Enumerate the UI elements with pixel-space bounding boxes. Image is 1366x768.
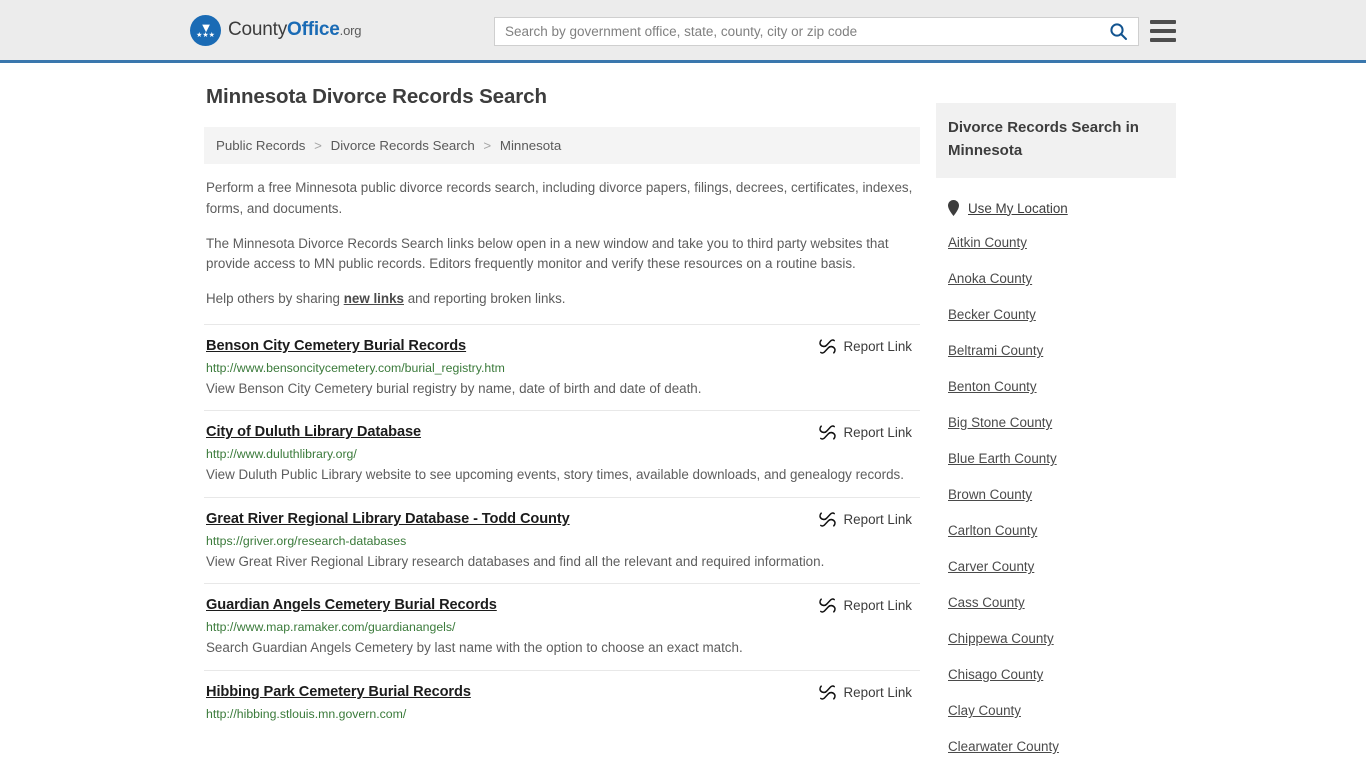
search-icon	[1109, 23, 1127, 40]
eagle-seal-icon: ▼ ★★★	[190, 14, 221, 46]
sidebar-heading: Divorce Records Search in Minnesota	[936, 103, 1176, 178]
breadcrumb: Public Records > Divorce Records Search …	[204, 127, 920, 164]
county-link[interactable]: Anoka County	[948, 271, 1176, 286]
result-item: Benson City Cemetery Burial Records Repor…	[204, 323, 920, 410]
search-button[interactable]	[1098, 18, 1138, 45]
hamburger-bar	[1150, 20, 1176, 24]
result-item: City of Duluth Library Database Report Li…	[204, 410, 920, 496]
broken-link-icon	[818, 425, 836, 440]
county-link[interactable]: Carlton County	[948, 523, 1176, 538]
report-link-button[interactable]: Report Link	[818, 424, 920, 441]
breadcrumb-separator: >	[483, 138, 492, 153]
report-link-button[interactable]: Report Link	[818, 684, 920, 701]
result-item: Guardian Angels Cemetery Burial Records R…	[204, 583, 920, 669]
county-link[interactable]: Chippewa County	[948, 631, 1176, 646]
county-link[interactable]: Beltrami County	[948, 343, 1176, 358]
search-input[interactable]	[495, 18, 1098, 45]
result-title-link[interactable]: Hibbing Park Cemetery Burial Records	[206, 684, 471, 700]
broken-link-icon	[818, 512, 836, 527]
search-bar[interactable]	[494, 17, 1139, 46]
county-link[interactable]: Becker County	[948, 307, 1176, 322]
county-link[interactable]: Chisago County	[948, 667, 1176, 682]
intro-paragraph-1: Perform a free Minnesota public divorce …	[206, 180, 913, 216]
page-title: Minnesota Divorce Records Search	[206, 85, 547, 108]
result-title-link[interactable]: City of Duluth Library Database	[206, 424, 421, 440]
report-link-button[interactable]: Report Link	[818, 511, 920, 528]
new-links-link[interactable]: new links	[344, 291, 404, 306]
intro-p3-before: Help others by sharing	[206, 291, 344, 307]
sidebar: Divorce Records Search in Minnesota Use …	[936, 85, 1176, 768]
result-url[interactable]: http://www.duluthlibrary.org/	[206, 447, 920, 461]
logo-wordmark: CountyOffice.org	[228, 19, 361, 41]
hamburger-bar	[1150, 38, 1176, 42]
site-header: ▼ ★★★ CountyOffice.org	[0, 0, 1366, 63]
result-url[interactable]: http://www.map.ramaker.com/guardianangel…	[206, 620, 920, 634]
intro-paragraph-2: The Minnesota Divorce Records Search lin…	[206, 235, 889, 272]
result-description: Search Guardian Angels Cemetery by last …	[206, 640, 743, 656]
result-url[interactable]: http://www.bensoncitycemetery.com/burial…	[206, 361, 920, 375]
broken-link-icon	[818, 598, 836, 613]
result-header: Hibbing Park Cemetery Burial Records Repo…	[206, 684, 920, 701]
result-url[interactable]: http://hibbing.stlouis.mn.govern.com/	[206, 707, 920, 721]
intro-paragraph-3: Help others by sharing new links and rep…	[204, 289, 920, 310]
main-content: Minnesota Divorce Records Search Public …	[204, 85, 920, 768]
breadcrumb-item-divorce-records-search[interactable]: Divorce Records Search	[331, 138, 475, 153]
use-my-location[interactable]: Use My Location	[948, 200, 1176, 216]
result-item: Hibbing Park Cemetery Burial Records Repo…	[204, 669, 920, 732]
broken-link-icon	[818, 339, 836, 354]
county-link[interactable]: Clay County	[948, 703, 1176, 718]
intro-text: Perform a free Minnesota public divorce …	[204, 178, 920, 310]
map-pin-icon	[948, 200, 959, 216]
result-header: City of Duluth Library Database Report Li…	[206, 424, 920, 441]
site-logo[interactable]: ▼ ★★★ CountyOffice.org	[190, 14, 361, 46]
result-description: View Benson City Cemetery burial registr…	[206, 380, 702, 396]
breadcrumb-item-minnesota: Minnesota	[499, 138, 562, 153]
logo-text-office: Office	[287, 19, 340, 40]
report-link-button[interactable]: Report Link	[818, 597, 920, 614]
hamburger-bar	[1150, 29, 1176, 33]
result-description: View Great River Regional Library resear…	[206, 553, 825, 569]
county-link[interactable]: Cass County	[948, 595, 1176, 610]
county-link[interactable]: Blue Earth County	[948, 451, 1176, 466]
report-link-label: Report Link	[843, 425, 912, 441]
breadcrumb-separator: >	[314, 138, 322, 153]
county-link[interactable]: Brown County	[948, 487, 1176, 502]
county-link[interactable]: Carver County	[948, 559, 1176, 574]
use-my-location-label[interactable]: Use My Location	[968, 201, 1068, 216]
intro-p3-after: and reporting broken links.	[403, 291, 566, 307]
result-header: Benson City Cemetery Burial Records Repor…	[206, 338, 920, 355]
county-link[interactable]: Benton County	[948, 379, 1176, 394]
logo-text-org: .org	[339, 23, 362, 38]
broken-link-icon	[818, 684, 836, 700]
county-link[interactable]: Aitkin County	[948, 235, 1176, 250]
result-url[interactable]: https://griver.org/research-databases	[206, 534, 920, 548]
county-link[interactable]: Clearwater County	[948, 739, 1176, 754]
result-title-link[interactable]: Guardian Angels Cemetery Burial Records	[206, 597, 497, 613]
report-link-label: Report Link	[843, 684, 912, 700]
report-link-label: Report Link	[843, 338, 912, 354]
result-header: Guardian Angels Cemetery Burial Records R…	[206, 597, 920, 614]
result-title-link[interactable]: Great River Regional Library Database - …	[206, 511, 570, 527]
report-link-label: Report Link	[843, 598, 912, 614]
result-header: Great River Regional Library Database - …	[206, 511, 920, 528]
county-link[interactable]: Big Stone County	[948, 415, 1176, 430]
result-description: View Duluth Public Library website to se…	[206, 467, 904, 483]
county-list: Aitkin County Anoka County Becker County Be…	[936, 235, 1176, 754]
report-link-label: Report Link	[843, 511, 912, 527]
logo-text-county: County	[228, 19, 288, 40]
results-list: Benson City Cemetery Burial Records Repor…	[204, 323, 920, 732]
hamburger-menu-icon[interactable]	[1150, 20, 1176, 42]
result-item: Great River Regional Library Database - …	[204, 496, 920, 583]
page-body: Minnesota Divorce Records Search Public …	[0, 63, 1366, 768]
report-link-button[interactable]: Report Link	[818, 338, 920, 355]
result-title-link[interactable]: Benson City Cemetery Burial Records	[206, 338, 466, 354]
breadcrumb-item-public-records[interactable]: Public Records	[216, 138, 305, 153]
